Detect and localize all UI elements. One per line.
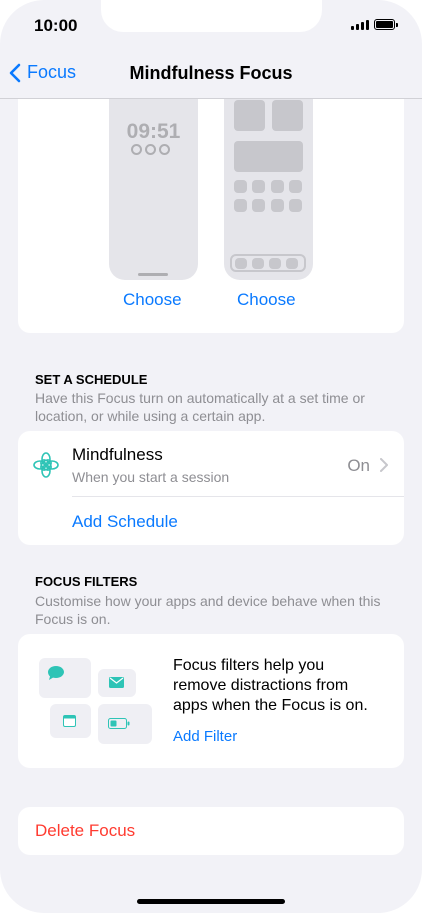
chevron-right-icon[interactable] [380,458,388,472]
app-tile [271,180,284,193]
focus-filters-card: Focus filters help you remove distractio… [18,634,404,768]
schedule-item-status: On [347,456,370,475]
mindfulness-flower-icon [33,452,59,478]
schedule-item-subtitle: When you start a session [72,469,230,485]
delete-focus-button[interactable]: Delete Focus [35,821,135,841]
widget-tile [234,141,303,172]
schedule-card: Mindfulness When you start a session On … [18,431,404,545]
message-icon [48,666,64,680]
page-title: Mindfulness Focus [129,63,293,83]
add-schedule-button[interactable]: Add Schedule [72,512,178,532]
cellular-signal-icon [351,20,369,30]
schedule-item-title[interactable]: Mindfulness [72,445,163,465]
add-filter-button[interactable]: Add Filter [173,728,237,745]
calendar-icon [63,715,76,727]
mail-icon [109,677,124,688]
app-tile [252,180,265,193]
filter-illustration-tile [98,669,136,697]
schedule-section-description: Have this Focus turn on automatically at… [35,390,365,424]
widget-tile [234,100,265,131]
lock-screen-preview[interactable]: 09:51 [109,90,198,280]
choose-home-screen-button[interactable]: Choose [237,290,296,310]
lock-home-indicator [138,273,168,276]
dock-app-tile [286,258,298,269]
phone-screen: 10:00 Focus Mindfulness Focus 09:51 Choo… [0,0,422,913]
app-tile [252,199,265,212]
dock-app-tile [252,258,264,269]
status-bar: 10:00 [0,0,422,50]
battery-icon [108,718,130,729]
customize-screens-card: 09:51 Choose Choose [18,90,404,333]
notch [101,0,322,32]
app-tile [289,199,302,212]
battery-icon [374,19,395,30]
status-time: 10:00 [34,16,78,35]
navigation-bar: Focus Mindfulness Focus [0,50,422,99]
filter-illustration-tile [39,658,91,698]
lock-screen-time: 09:51 [126,120,181,143]
app-tile [271,199,284,212]
battery-tip [396,23,398,27]
lock-screen-widgets [131,144,170,155]
dock-app-tile [235,258,247,269]
app-tile [289,180,302,193]
filter-illustration-tile [50,704,91,738]
filters-section-description: Customise how your apps and device behav… [35,593,381,627]
dock-app-tile [269,258,281,269]
filter-illustration-tile [98,704,152,744]
schedule-section-header: SET A SCHEDULE [35,372,148,387]
widget-tile [272,100,303,131]
choose-lock-screen-button[interactable]: Choose [123,290,182,310]
home-screen-preview[interactable] [224,90,313,280]
dock [230,254,306,272]
filters-section-header: FOCUS FILTERS [35,574,138,589]
filters-explanation: Focus filters help you remove distractio… [173,657,368,714]
home-indicator[interactable] [137,899,285,904]
divider [72,496,404,497]
delete-focus-card: Delete Focus [18,807,404,855]
app-tile [234,199,247,212]
app-tile [234,180,247,193]
